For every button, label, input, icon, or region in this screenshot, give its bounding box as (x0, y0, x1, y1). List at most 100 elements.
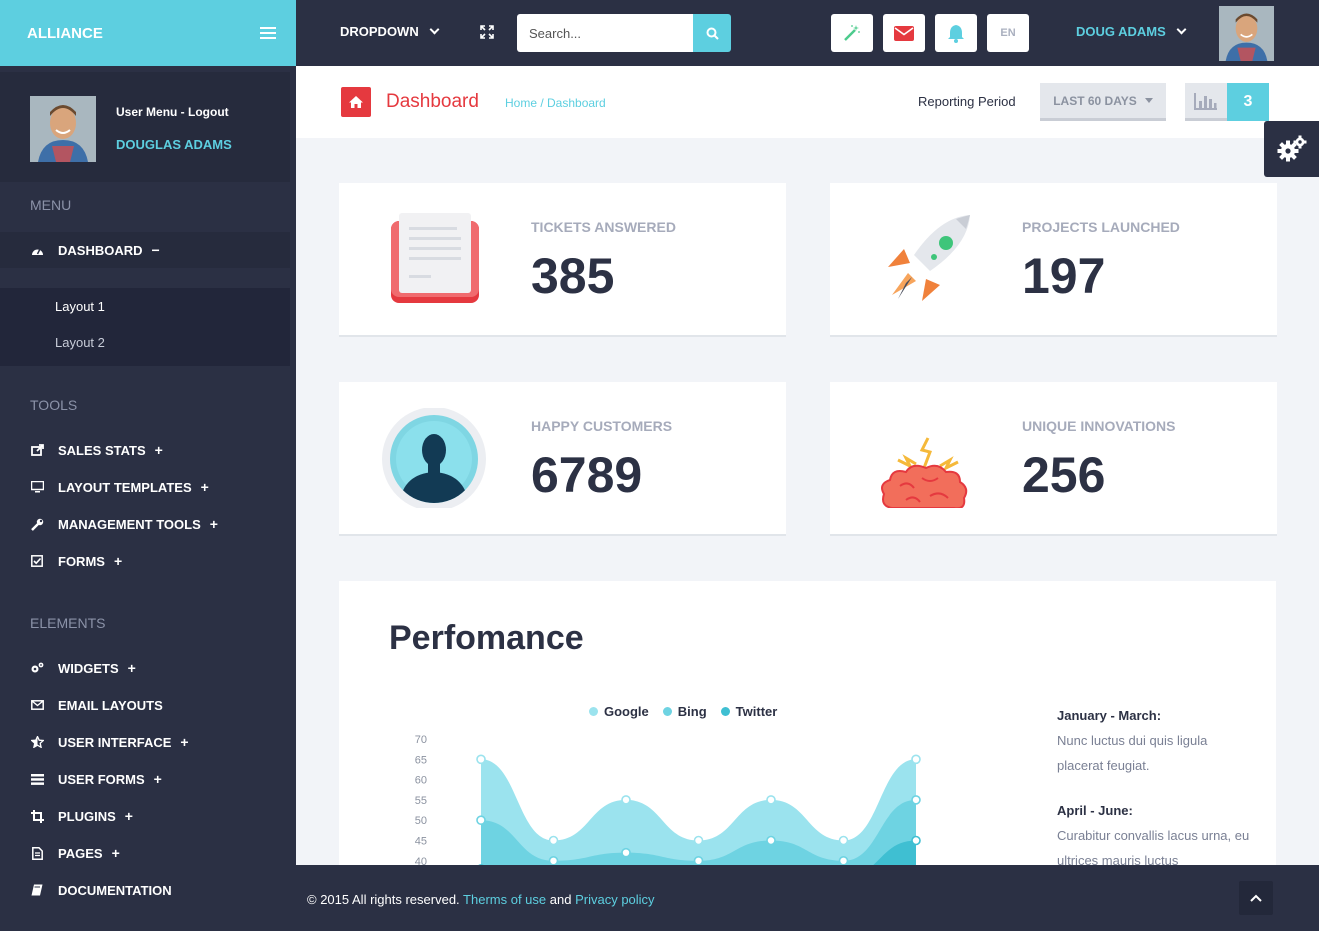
legend-label: Bing (677, 704, 707, 719)
expand-icon[interactable]: + (154, 771, 162, 787)
notebook-icon (379, 209, 489, 309)
chart-legend: Google Bing Twitter (589, 704, 777, 719)
performance-panel: Perfomance Google Bing Twitter 70 65 60 55 5… (339, 581, 1276, 871)
brand-logo[interactable]: ALLIANCE (27, 25, 103, 42)
messages-button[interactable] (883, 14, 925, 52)
notifications-button[interactable] (935, 14, 977, 52)
file-text-icon (30, 846, 44, 860)
data-point[interactable] (911, 795, 921, 805)
sidebar: ALLIANCE User Menu - Logout DOUGLAS ADAM… (0, 0, 296, 931)
sidebar-subitem-layout-2[interactable]: Layout 2 (55, 335, 105, 350)
reporting-period-value: LAST 60 DAYS (1053, 93, 1137, 108)
expand-icon[interactable]: + (155, 442, 163, 458)
sidebar-subitem-layout-1[interactable]: Layout 1 (55, 299, 105, 314)
data-point[interactable] (548, 856, 559, 865)
expand-icon[interactable]: + (125, 808, 133, 824)
expand-icon[interactable]: + (201, 479, 209, 495)
data-point[interactable] (838, 856, 849, 865)
stat-value: 6789 (531, 447, 643, 503)
wrench-icon (30, 517, 44, 531)
sidebar-item-plugins[interactable]: PLUGINS + (0, 798, 290, 834)
search-input[interactable] (517, 14, 693, 52)
top-navbar: DROPDOWN EN DOUG ADAMS (296, 0, 1319, 66)
check-square-icon (30, 554, 44, 568)
sidebar-item-management-tools[interactable]: MANAGEMENT TOOLS + (0, 506, 290, 542)
legend-item[interactable]: Bing (662, 704, 707, 719)
sidebar-item-widgets[interactable]: WIDGETS + (0, 650, 290, 686)
crop-icon (30, 809, 44, 823)
avatar[interactable] (30, 96, 96, 162)
language-button[interactable]: EN (987, 14, 1029, 52)
sidebar-item-sales-stats[interactable]: SALES STATS + (0, 432, 290, 468)
magic-wand-button[interactable] (831, 14, 873, 52)
legend-item[interactable]: Twitter (720, 704, 777, 719)
menu-toggle-icon[interactable] (260, 27, 276, 39)
expand-icon[interactable]: + (112, 845, 120, 861)
privacy-link[interactable]: Privacy policy (575, 892, 654, 907)
stats-button[interactable]: 3 (1185, 83, 1269, 121)
dashboard-icon (30, 243, 44, 257)
sidebar-item-email-layouts[interactable]: EMAIL LAYOUTS (0, 687, 290, 723)
y-tick-label: 50 (415, 815, 427, 827)
bell-icon (948, 24, 964, 43)
sidebar-item-user-interface[interactable]: USER INTERFACE + (0, 724, 290, 760)
copyright-text: © 2015 All rights reserved. (307, 892, 460, 907)
sidebar-item-layout-templates[interactable]: LAYOUT TEMPLATES + (0, 469, 290, 505)
page-header: Dashboard Home / Dashboard Reporting Per… (296, 66, 1319, 138)
sidebar-item-pages[interactable]: PAGES + (0, 835, 290, 871)
data-point[interactable] (766, 795, 776, 805)
sidebar-item-user-forms[interactable]: USER FORMS + (0, 761, 290, 797)
reporting-period-dropdown[interactable]: LAST 60 DAYS (1040, 83, 1166, 121)
user-menu-logout[interactable]: User Menu - Logout (116, 105, 229, 119)
data-point[interactable] (911, 835, 921, 846)
menu-section-title: MENU (30, 197, 72, 213)
data-point[interactable] (476, 754, 486, 765)
settings-gear-button[interactable] (1264, 121, 1319, 177)
chevron-up-icon (1250, 894, 1262, 902)
stat-label: UNIQUE INNOVATIONS (1022, 418, 1176, 434)
sidebar-item-label: PLUGINS (58, 808, 116, 824)
expand-icon[interactable]: + (128, 660, 136, 676)
data-point[interactable] (621, 795, 631, 805)
terms-link[interactable]: Therms of use (463, 892, 546, 907)
fullscreen-icon[interactable] (480, 25, 494, 39)
user-dropdown[interactable]: DOUG ADAMS (1076, 24, 1187, 39)
legend-item[interactable]: Google (589, 704, 649, 719)
back-to-top-button[interactable] (1239, 881, 1273, 915)
area-series-google (481, 759, 916, 865)
collapse-icon[interactable]: − (152, 242, 160, 258)
search-icon (706, 27, 719, 40)
expand-icon[interactable]: + (114, 553, 122, 569)
breadcrumb[interactable]: Home / Dashboard (505, 96, 606, 110)
bar-chart-icon (1185, 83, 1227, 121)
expand-icon[interactable]: + (180, 734, 188, 750)
home-icon[interactable] (341, 87, 371, 117)
dashboard-submenu: Layout 1 Layout 2 (0, 288, 290, 366)
y-tick-label: 65 (415, 754, 427, 766)
performance-chart: 70 65 60 55 50 45 40 (415, 734, 921, 865)
sidebar-item-documentation[interactable]: DOCUMENTATION (0, 872, 290, 908)
gears-icon (30, 661, 44, 675)
data-point[interactable] (548, 835, 559, 846)
data-point[interactable] (911, 754, 921, 765)
chevron-down-icon (429, 24, 440, 35)
data-point[interactable] (621, 847, 631, 858)
sidebar-item-forms[interactable]: FORMS + (0, 543, 290, 579)
share-square-icon (30, 443, 44, 457)
stat-card-customers: HAPPY CUSTOMERS 6789 (339, 382, 786, 536)
data-point[interactable] (693, 835, 704, 846)
top-dropdown[interactable]: DROPDOWN (340, 24, 440, 39)
data-point[interactable] (766, 835, 776, 846)
stat-label: TICKETS ANSWERED (531, 219, 676, 235)
stat-card-projects: PROJECTS LAUNCHED 197 (830, 183, 1277, 337)
sidebar-item-dashboard[interactable]: DASHBOARD − (0, 232, 290, 268)
avatar[interactable] (1219, 6, 1274, 61)
search-button[interactable] (693, 14, 731, 52)
stat-card-tickets: TICKETS ANSWERED 385 (339, 183, 786, 337)
legend-dot (662, 707, 672, 716)
data-point[interactable] (838, 835, 849, 846)
performance-notes: January - March: Nunc luctus dui quis li… (1057, 703, 1257, 873)
data-point[interactable] (476, 815, 486, 825)
expand-icon[interactable]: + (210, 516, 218, 532)
data-point[interactable] (693, 856, 704, 865)
